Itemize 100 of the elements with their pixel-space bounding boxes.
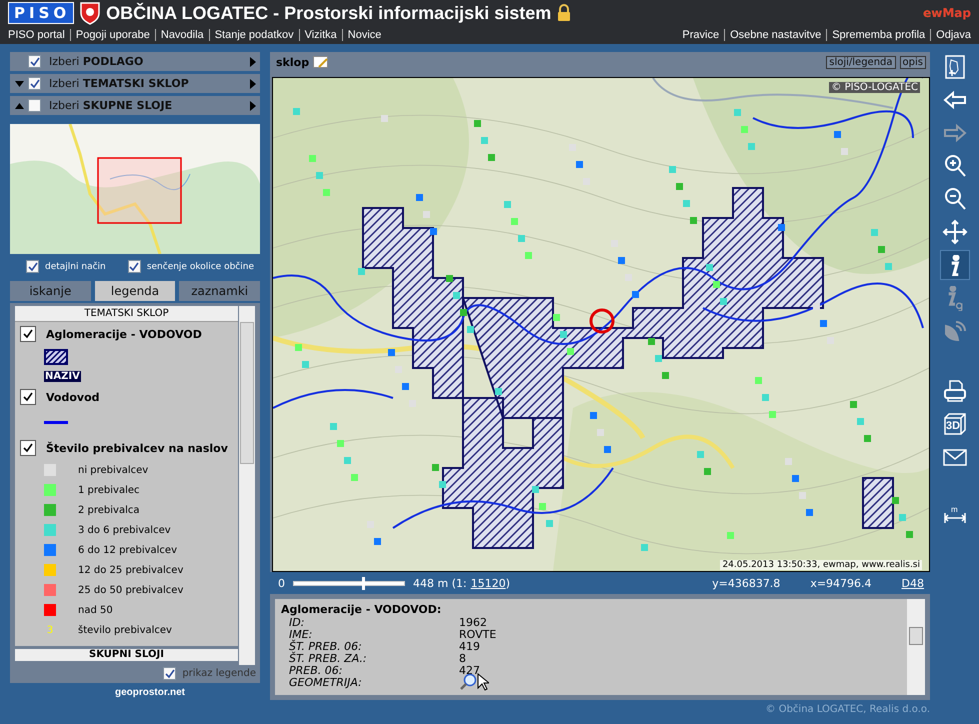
attribute-value: ROVTE bbox=[459, 628, 496, 640]
map-copyright: © PISO-LOGATEC bbox=[829, 82, 920, 93]
panel-label: Izberi TEMATSKI SKLOP bbox=[49, 77, 190, 90]
scrollbar[interactable] bbox=[907, 599, 925, 695]
pan-icon bbox=[942, 219, 968, 245]
checkbox[interactable] bbox=[26, 260, 39, 273]
legend-item-label: 25 do 50 prebivalcev bbox=[78, 584, 184, 596]
slider-thumb[interactable] bbox=[362, 576, 366, 590]
padlock-icon bbox=[557, 4, 572, 22]
tab[interactable]: zaznamki bbox=[179, 281, 260, 301]
print-icon bbox=[942, 378, 968, 404]
edit-note-icon[interactable] bbox=[313, 56, 330, 68]
scale-ratio-link[interactable]: 15120 bbox=[470, 576, 506, 590]
layer-panel-header[interactable]: Izberi PODLAGO bbox=[10, 52, 260, 71]
checkmark-icon bbox=[23, 329, 33, 339]
nav-link[interactable]: Osebne nastavitve bbox=[724, 29, 822, 41]
layer-panel-header[interactable]: Izberi SKUPNE SLOJE bbox=[10, 96, 260, 115]
checkbox[interactable] bbox=[20, 440, 36, 456]
zoom-in-icon bbox=[942, 153, 968, 179]
measure-button[interactable]: m bbox=[940, 502, 970, 532]
legend-item-label: število prebivalcev bbox=[78, 624, 172, 636]
checkmark-icon bbox=[30, 56, 40, 66]
magnifier-icon[interactable] bbox=[459, 673, 477, 691]
checkmark-icon bbox=[28, 262, 38, 272]
panel-label: Izberi SKUPNE SLOJE bbox=[49, 99, 174, 112]
map-title: sklop bbox=[276, 56, 310, 68]
nav-link[interactable]: Pravice bbox=[682, 29, 720, 41]
info-button[interactable] bbox=[940, 250, 970, 280]
geoprostor-logo: geoprostor.net bbox=[114, 687, 186, 698]
legend-section-title: SKUPNI SLOJI bbox=[15, 649, 238, 661]
checkmark-icon bbox=[164, 668, 175, 678]
nav-link[interactable]: Sprememba profila bbox=[826, 29, 926, 41]
legend-item-label: 3 do 6 prebivalcev bbox=[78, 524, 171, 536]
layer-label: Vodovod bbox=[46, 390, 100, 404]
nav-link[interactable]: Novice bbox=[342, 29, 382, 41]
checkbox[interactable] bbox=[163, 667, 176, 680]
checkmark-icon bbox=[23, 392, 33, 402]
tab[interactable]: iskanje bbox=[10, 281, 91, 301]
checkbox[interactable] bbox=[20, 389, 36, 405]
triangle-right-icon[interactable] bbox=[250, 78, 256, 88]
triangle-right-icon[interactable] bbox=[250, 100, 256, 110]
attribute-value: 1962 bbox=[459, 616, 487, 628]
nav-link[interactable]: Pogoji uporabe bbox=[70, 29, 150, 41]
checkmark-icon bbox=[30, 78, 40, 88]
layer-panel-header[interactable]: Izberi TEMATSKI SKLOP bbox=[10, 74, 260, 93]
checkbox[interactable] bbox=[128, 260, 141, 273]
piso-logo: PISO bbox=[8, 2, 74, 24]
nav-link[interactable]: PISO portal bbox=[8, 29, 65, 41]
map-header-button[interactable]: sloji/legenda bbox=[826, 56, 896, 68]
attribute-label: ŠT. PREB. ZA.: bbox=[289, 652, 368, 664]
layer-label: Število prebivalcev na naslov bbox=[46, 442, 228, 454]
map-header-button[interactable]: opis bbox=[900, 56, 926, 68]
option-label: senčenje okolice občine bbox=[146, 262, 254, 272]
attribute-label: ŠT. PREB. 06: bbox=[289, 640, 363, 652]
checkbox[interactable] bbox=[28, 77, 41, 90]
triangle-down-icon[interactable] bbox=[15, 80, 24, 86]
checkmark-icon bbox=[129, 262, 140, 272]
triangle-up-icon[interactable] bbox=[15, 102, 24, 108]
zoom-out-icon bbox=[942, 186, 968, 212]
number-symbol: 3 bbox=[46, 624, 54, 636]
legend-item-label: nad 50 bbox=[78, 604, 113, 616]
label-sample: NAZIV bbox=[44, 371, 81, 382]
scale-paren: ) bbox=[506, 576, 510, 590]
scrollbar[interactable] bbox=[239, 306, 255, 665]
pan-button[interactable] bbox=[940, 217, 970, 247]
satellite-icon bbox=[942, 318, 968, 344]
legend-item-label: ni prebivalcev bbox=[78, 464, 148, 476]
scale-start-label: 0 bbox=[278, 576, 285, 590]
attribute-label: IME: bbox=[289, 628, 314, 640]
legend-item-label: 6 do 12 prebivalcev bbox=[78, 544, 177, 556]
nav-link[interactable]: Vizitka bbox=[298, 29, 337, 41]
map-timestamp: 24.05.2013 13:50:33, ewmap, www.realis.si bbox=[720, 560, 922, 570]
nav-link[interactable]: Odjava bbox=[930, 29, 971, 41]
checkbox[interactable] bbox=[28, 99, 41, 112]
checkbox[interactable] bbox=[28, 55, 41, 68]
datum-link[interactable]: D48 bbox=[902, 576, 924, 590]
attribute-label: PREB. 06: bbox=[289, 664, 344, 676]
nav-link[interactable]: Stanje podatkov bbox=[208, 29, 294, 41]
option-label: prikaz legende bbox=[182, 668, 256, 679]
legend-item-label: 2 prebivalca bbox=[78, 504, 140, 516]
app-title: OBČINA LOGATEC - Prostorski informacijski sistem bbox=[106, 2, 552, 24]
map-drawing[interactable] bbox=[272, 77, 930, 572]
option-label: detajlni način bbox=[45, 262, 106, 272]
y-coordinate: y=436837.8 bbox=[712, 576, 780, 590]
line-swatch-icon bbox=[44, 421, 68, 424]
info-icon bbox=[950, 254, 960, 276]
panel-label: Izberi PODLAGO bbox=[49, 55, 144, 68]
checkbox[interactable] bbox=[20, 326, 36, 342]
info-title: Aglomeracije - VODOVOD: bbox=[281, 603, 442, 616]
attribute-value: 427 bbox=[459, 664, 480, 676]
legend-item-label: 1 prebivalec bbox=[78, 484, 140, 496]
3d-view-button[interactable]: 3D bbox=[940, 409, 970, 439]
tab[interactable]: legenda bbox=[94, 281, 176, 301]
x-coordinate: x=94796.4 bbox=[810, 576, 872, 590]
triangle-right-icon[interactable] bbox=[250, 56, 256, 66]
nav-link[interactable]: Navodila bbox=[154, 29, 204, 41]
shield-icon bbox=[80, 1, 100, 25]
cube-icon bbox=[942, 411, 968, 437]
attribute-label: ID: bbox=[289, 616, 306, 628]
legend-title: TEMATSKI SKLOP bbox=[15, 306, 238, 322]
